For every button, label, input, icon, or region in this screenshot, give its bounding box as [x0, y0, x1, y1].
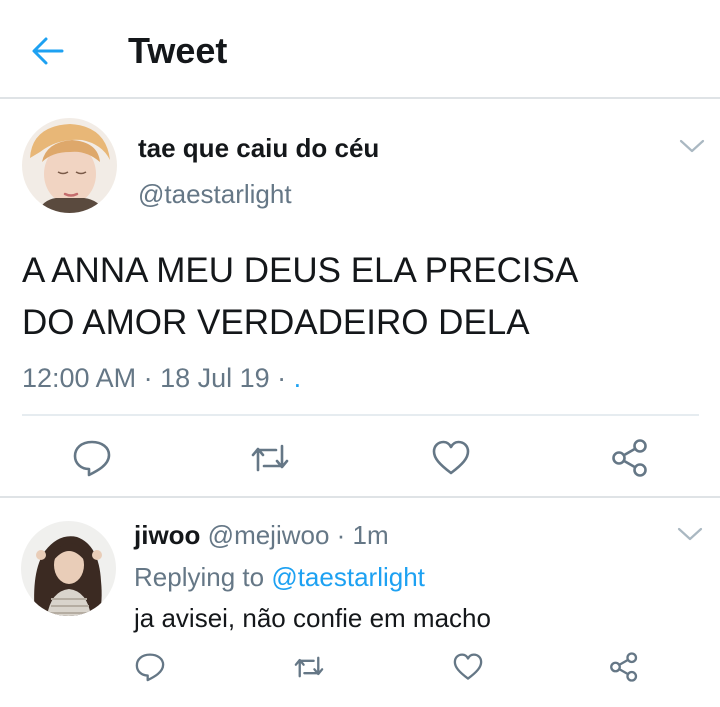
meta-separator: · [136, 363, 161, 393]
author-handle[interactable]: @taestarlight [138, 179, 292, 210]
heart-icon [432, 440, 470, 475]
share-icon [610, 652, 638, 682]
meta-separator: · [269, 363, 294, 393]
share-button[interactable] [607, 650, 641, 684]
tweet-text: A ANNA MEU DEUS ELA PRECISA DO AMOR VERD… [22, 245, 702, 349]
main-tweet: tae que caiu do céu @taestarlight A ANNA… [0, 101, 720, 498]
reply-author-name[interactable]: jiwoo [134, 520, 200, 550]
share-icon [612, 439, 647, 477]
tweet-time: 12:00 AM [22, 363, 137, 393]
heart-icon [453, 653, 483, 680]
reply-header: jiwoo @mejiwoo · 1m [134, 520, 389, 551]
retweet-button[interactable] [292, 650, 326, 684]
retweet-icon [294, 656, 324, 678]
share-button[interactable] [608, 436, 652, 480]
chevron-down-icon[interactable] [679, 137, 705, 155]
replying-to-handle[interactable]: @taestarlight [271, 562, 425, 592]
meta-separator: · [329, 520, 353, 550]
author-display-name[interactable]: tae que caiu do céu [138, 133, 379, 164]
tweet-metadata: 12:00 AM · 18 Jul 19 · . [22, 363, 301, 394]
page-title: Tweet [128, 30, 228, 71]
retweet-icon [251, 444, 289, 472]
top-bar: Tweet [0, 0, 720, 99]
tweet-text-line: DO AMOR VERDADEIRO DELA [22, 303, 530, 342]
retweet-button[interactable] [248, 436, 292, 480]
reply-author-handle[interactable]: @mejiwoo [208, 520, 330, 550]
replying-to-label: Replying to [134, 562, 272, 592]
tweet-text-line: A ANNA MEU DEUS ELA PRECISA [22, 251, 579, 290]
reply-time: 1m [352, 520, 389, 550]
reply-text: ja avisei, não confie em macho [134, 603, 491, 633]
chevron-down-icon[interactable] [677, 525, 703, 543]
replying-to: Replying to @taestarlight [134, 562, 425, 593]
divider [22, 414, 699, 416]
avatar[interactable] [22, 118, 117, 213]
tweet-date: 18 Jul 19 [160, 363, 270, 393]
reply-button[interactable] [133, 650, 167, 684]
tweet-source-link[interactable]: . [294, 363, 302, 393]
arrow-left-icon[interactable] [30, 33, 66, 69]
speech-bubble-icon [73, 440, 111, 477]
like-button[interactable] [429, 436, 473, 480]
like-button[interactable] [451, 650, 485, 684]
reply-tweet: jiwoo @mejiwoo · 1m Replying to @taestar… [0, 500, 720, 707]
reply-button[interactable] [70, 436, 114, 480]
speech-bubble-icon [135, 653, 165, 682]
avatar[interactable] [21, 521, 116, 616]
